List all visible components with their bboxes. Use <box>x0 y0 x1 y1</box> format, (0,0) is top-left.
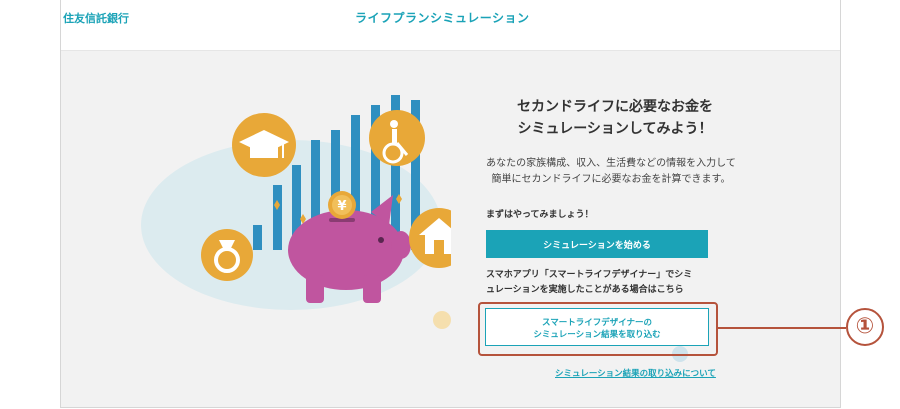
yen-coin-icon: ¥ <box>328 191 356 219</box>
start-simulation-button[interactable]: シミュレーションを始める <box>486 230 708 258</box>
try-prompt: まずはやってみましょう！ <box>486 210 594 220</box>
annotation-marker: ① <box>846 308 884 346</box>
app-note-line-2: ュレーションを実施したことがある場合はこちら <box>486 285 684 295</box>
piggy-bank-illustration: ¥ <box>141 95 451 310</box>
ring-icon <box>201 229 253 281</box>
decor-dot-gold <box>433 311 451 329</box>
annotation-connector <box>716 327 846 329</box>
headline-line-1: セカンドライフに必要なお金を <box>517 99 713 115</box>
import-button-line-2: シミュレーション結果を取り込む <box>533 330 661 340</box>
description: あなたの家族構成、収入、生活費などの情報を入力して 簡単にセカンドライフに必要な… <box>461 156 761 188</box>
import-button-line-1: スマートライフデザイナーの <box>541 318 653 328</box>
description-line-2: 簡単にセカンドライフに必要なお金を計算できます。 <box>491 174 731 185</box>
page-title: ライフプランシミュレーション <box>355 11 530 25</box>
headline: セカンドライフに必要なお金を シミュレーションしてみよう！ <box>485 96 745 140</box>
header: 住友信託銀行 ライフプランシミュレーション <box>61 0 840 51</box>
description-line-1: あなたの家族構成、収入、生活費などの情報を入力して <box>486 158 736 169</box>
headline-line-2: シミュレーションしてみよう！ <box>517 121 713 137</box>
app-frame: 住友信託銀行 ライフプランシミュレーション ¥ セカンドライフに必要なお金を シ… <box>60 0 841 408</box>
import-results-button[interactable]: スマートライフデザイナーの シミュレーション結果を取り込む <box>485 308 709 346</box>
app-note-line-1: スマホアプリ「スマートライフデザイナー」でシミ <box>486 270 693 280</box>
bank-logo[interactable]: 住友信託銀行 <box>63 10 129 26</box>
svg-text:¥: ¥ <box>337 199 346 214</box>
about-import-link[interactable]: シミュレーション結果の取り込みについて <box>555 367 716 379</box>
wheelchair-icon <box>369 110 425 166</box>
graduation-cap-icon <box>232 113 296 177</box>
app-note: スマホアプリ「スマートライフデザイナー」でシミ ュレーションを実施したことがある… <box>486 268 726 298</box>
